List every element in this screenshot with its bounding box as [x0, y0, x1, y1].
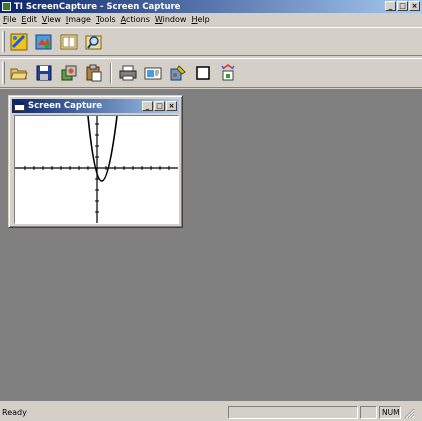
status-panel-caps [360, 405, 377, 419]
send-button[interactable] [142, 62, 164, 84]
menu-help[interactable]: Help [190, 15, 213, 24]
capture-picture-button[interactable] [33, 31, 55, 53]
app-icon[interactable] [2, 2, 11, 11]
menu-actions[interactable]: Actions [120, 15, 154, 24]
menu-tools[interactable]: Tools [95, 15, 120, 24]
save-disk-icon [36, 65, 52, 81]
captured-screen-image [14, 115, 179, 224]
window-titlebar[interactable]: TI ScreenCapture - Screen Capture _ □ × [0, 0, 422, 13]
effects-button[interactable] [217, 62, 239, 84]
status-panel-main [228, 405, 358, 419]
capture-screen-button[interactable] [8, 31, 30, 53]
paste-button[interactable] [83, 62, 105, 84]
menu-edit[interactable]: Edit [20, 15, 41, 24]
print-button[interactable] [117, 62, 139, 84]
send-icon [144, 67, 162, 80]
copy-button[interactable] [58, 62, 80, 84]
slideshow-button[interactable] [58, 31, 80, 53]
toolbar-separator [110, 63, 112, 83]
save-button[interactable] [33, 62, 55, 84]
menu-bar: File Edit View Image Tools Actions Windo… [0, 13, 422, 26]
capture-screen-icon [10, 33, 28, 50]
minimize-button[interactable]: _ [385, 1, 396, 11]
capture-toolbar [0, 27, 422, 56]
magnifier-icon [85, 35, 102, 49]
child-minimize-button[interactable]: _ [142, 101, 153, 111]
open-button[interactable] [8, 62, 30, 84]
screen-capture-child-window[interactable]: Screen Capture _ □ × [8, 95, 183, 228]
menu-file[interactable]: File [2, 15, 20, 24]
edit-toolbar [0, 58, 422, 88]
child-close-button[interactable]: × [166, 101, 177, 111]
window-controls: _ □ × [385, 1, 420, 11]
toolbar-grip[interactable] [2, 31, 5, 52]
toolbar-grip[interactable] [2, 62, 5, 84]
close-button[interactable]: × [409, 1, 420, 11]
menu-window[interactable]: Window [154, 15, 191, 24]
child-restore-button[interactable]: □ [154, 101, 165, 111]
status-bar: Ready NUM [0, 403, 422, 421]
window-title: TI ScreenCapture - Screen Capture [14, 1, 181, 12]
child-window-controls: _ □ × [142, 101, 177, 111]
border-icon [196, 66, 210, 80]
document-icon[interactable] [14, 101, 25, 111]
app-window: TI ScreenCapture - Screen Capture _ □ × … [0, 0, 422, 421]
captured-graph [15, 115, 178, 223]
status-text: Ready [2, 407, 27, 417]
resize-grip[interactable] [403, 406, 415, 419]
paint-button[interactable] [167, 62, 189, 84]
child-title: Screen Capture [28, 101, 103, 111]
paste-icon [86, 64, 102, 82]
slideshow-icon [60, 34, 78, 49]
capture-picture-icon [35, 34, 52, 49]
print-icon [119, 65, 137, 81]
magnifier-button[interactable] [83, 31, 105, 53]
child-titlebar[interactable]: Screen Capture _ □ × [12, 99, 179, 113]
status-panel-num: NUM [379, 405, 401, 419]
parabola-curve [87, 115, 118, 182]
paint-icon [170, 65, 186, 81]
restore-button[interactable]: □ [397, 1, 408, 11]
resize-grip-icon [404, 408, 415, 418]
copy-icon [61, 65, 77, 81]
border-button[interactable] [192, 62, 214, 84]
menu-image[interactable]: Image [65, 15, 95, 24]
open-folder-icon [10, 68, 28, 80]
menu-view[interactable]: View [41, 15, 65, 24]
effects-wand-icon [221, 64, 235, 81]
